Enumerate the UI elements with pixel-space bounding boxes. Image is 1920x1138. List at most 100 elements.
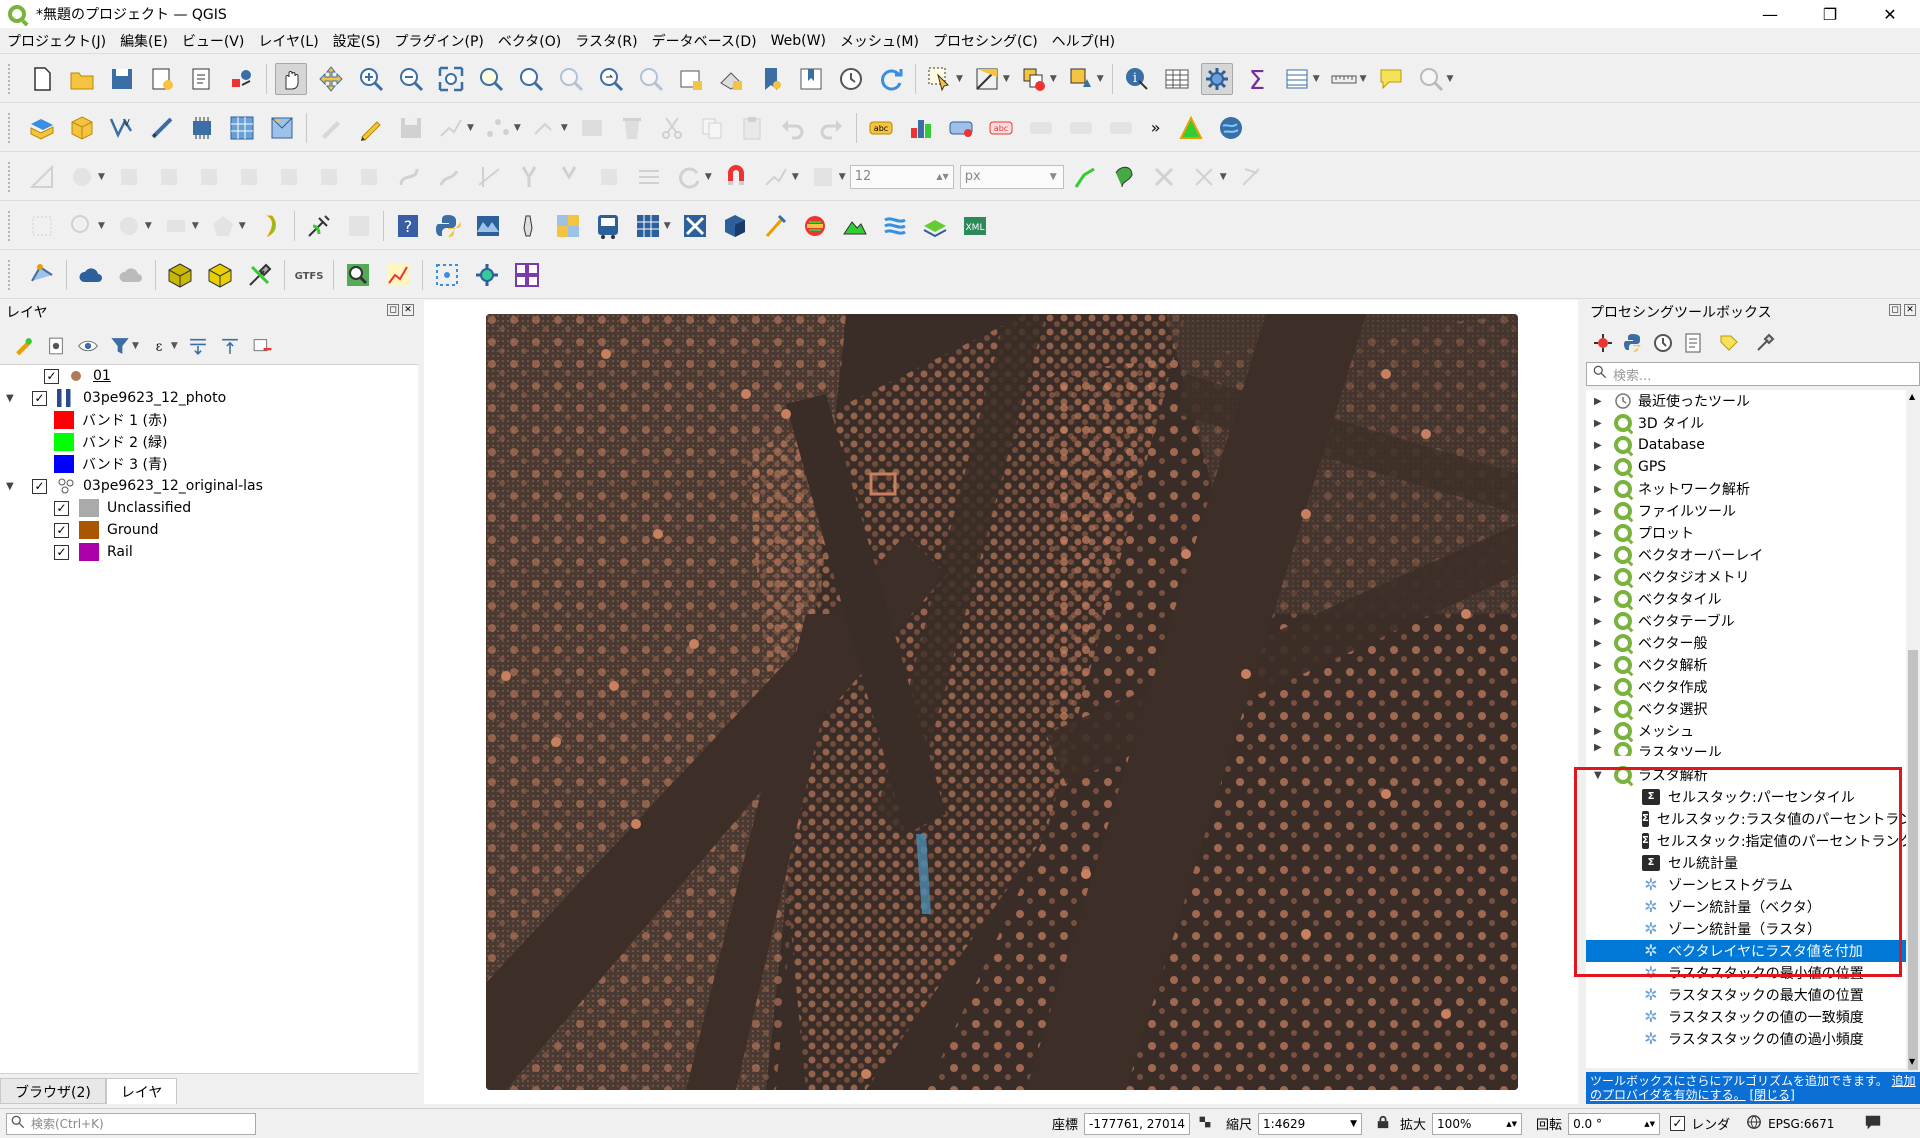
georeferencer-icon[interactable] — [1175, 112, 1207, 144]
attribute-select-icon[interactable] — [113, 210, 145, 242]
layer-row-01[interactable]: ✓ 01 — [14, 365, 111, 387]
digitize-line-icon[interactable] — [435, 112, 467, 144]
tab-browser[interactable]: ブラウザ(2) — [0, 1078, 106, 1104]
group-vector-overlay[interactable]: ▶ ベクタオーバーレイ — [1586, 544, 1906, 566]
3d-tiles-icon[interactable] — [164, 259, 196, 291]
menu-database[interactable]: データベース(D) — [645, 31, 764, 51]
rotation-spin[interactable]: 0.0 ° ▲▼ — [1568, 1112, 1661, 1135]
open-project-icon[interactable] — [66, 63, 98, 95]
select-by-value-icon[interactable] — [971, 63, 1003, 95]
coordinate-field[interactable]: -177761, 27014 — [1084, 1112, 1191, 1135]
pan-to-selection-icon[interactable] — [315, 63, 347, 95]
delete-icon[interactable] — [616, 112, 648, 144]
float-panel-icon[interactable]: ◻ — [1889, 304, 1901, 316]
delete-ring-icon[interactable] — [233, 161, 265, 193]
terrain-plugin-icon[interactable] — [839, 210, 871, 242]
models-icon[interactable] — [1592, 332, 1614, 354]
refresh-icon[interactable] — [875, 63, 907, 95]
modify-attributes-icon[interactable] — [529, 112, 561, 144]
group-database[interactable]: ▶ Database — [1586, 434, 1906, 456]
toggle-label-display-icon[interactable]: abc — [985, 112, 1017, 144]
snapping-intersection-icon[interactable] — [1188, 161, 1220, 193]
class-visibility-checkbox[interactable]: ✓ — [54, 544, 69, 560]
reverse-line-icon[interactable] — [393, 161, 425, 193]
python-console-icon[interactable] — [432, 210, 464, 242]
data-source-manager-icon[interactable] — [26, 112, 58, 144]
copy-features-icon[interactable] — [696, 112, 728, 144]
select-features-icon[interactable] — [924, 63, 956, 95]
xml-plugin-icon[interactable]: XML — [959, 210, 991, 242]
new-memory-layer-icon[interactable] — [186, 112, 218, 144]
layer-row-photo[interactable]: ▼ ✓ 03pe9623_12_photo — [6, 387, 226, 409]
menu-layer[interactable]: レイヤ(L) — [251, 31, 325, 51]
algorithm-item[interactable]: ✲ ラスタスタックの値の過小頻度 — [1586, 1028, 1906, 1050]
cloud-sync-icon[interactable] — [115, 259, 147, 291]
open-field-calculator-icon[interactable] — [1281, 63, 1313, 95]
group-vector-selection[interactable]: ▶ ベクタ選択 — [1586, 698, 1906, 720]
render-checkbox[interactable]: ✓ — [1670, 1116, 1686, 1131]
snapping-tolerance-input[interactable]: 12 ▲▼ — [849, 164, 954, 189]
menu-settings[interactable]: 設定(S) — [326, 31, 388, 51]
maximize-button[interactable]: ❐ — [1800, 0, 1860, 28]
temporal-controller-icon[interactable] — [835, 63, 867, 95]
vertex-tool-icon[interactable] — [482, 112, 514, 144]
group-plots[interactable]: ▶ プロット — [1586, 522, 1906, 544]
scripts-icon[interactable] — [1622, 332, 1644, 354]
zoom-to-layer-icon[interactable] — [515, 63, 547, 95]
gdal-plugin-icon[interactable] — [254, 210, 286, 242]
pan-map-icon[interactable] — [275, 62, 307, 95]
3d-tiles-alt-icon[interactable] — [204, 259, 236, 291]
toggle-editing-icon[interactable] — [355, 112, 387, 144]
zoom-next-icon[interactable] — [635, 63, 667, 95]
results-viewer-icon[interactable] — [1682, 332, 1704, 354]
style-layer-icon[interactable] — [12, 334, 36, 358]
menu-web[interactable]: Web(W) — [764, 33, 833, 49]
zoom-in-icon[interactable] — [355, 63, 387, 95]
menu-mesh[interactable]: メッシュ(M) — [833, 31, 926, 51]
group-vector-general[interactable]: ▶ ベクター般 — [1586, 632, 1906, 654]
layer-visibility-checkbox[interactable]: ✓ — [44, 368, 59, 384]
float-panel-icon[interactable]: ◻ — [387, 304, 399, 316]
reshape-icon[interactable] — [313, 161, 345, 193]
scale-select[interactable]: 1:4629 ▼ — [1258, 1112, 1363, 1135]
menu-help[interactable]: ヘルプ(H) — [1045, 31, 1122, 51]
collapse-arrow-icon[interactable]: ▼ — [6, 393, 18, 404]
bus-plugin-icon[interactable] — [592, 210, 624, 242]
vertex-editor-icon[interactable] — [26, 259, 58, 291]
group-vector-tiles[interactable]: ▶ ベクタタイル — [1586, 588, 1906, 610]
layer-stack-icon[interactable] — [919, 210, 951, 242]
build-tools-icon[interactable] — [244, 259, 276, 291]
class-unclassified-row[interactable]: ✓ Unclassified — [54, 497, 191, 519]
select-by-expression-icon[interactable] — [66, 210, 98, 242]
point-cloud-render[interactable] — [486, 314, 1518, 1090]
current-edits-icon[interactable] — [315, 112, 347, 144]
lock-scale-icon[interactable] — [1376, 1114, 1390, 1134]
select-radius-icon[interactable] — [26, 210, 58, 242]
quickmapservices-icon[interactable] — [1215, 112, 1247, 144]
delete-selected-icon[interactable] — [576, 112, 608, 144]
collapse-arrow-icon[interactable]: ▼ — [6, 481, 18, 492]
filter-legend-icon[interactable] — [108, 334, 132, 358]
redo-icon[interactable] — [816, 112, 848, 144]
group-vector-geometry[interactable]: ▶ ベクタジオメトリ — [1586, 566, 1906, 588]
close-button[interactable]: ✕ — [1860, 0, 1920, 28]
undo-icon[interactable] — [776, 112, 808, 144]
wms-plugin-icon[interactable] — [879, 210, 911, 242]
snapping-unit-select[interactable]: px ▼ — [959, 164, 1064, 189]
split-parts-icon[interactable] — [513, 161, 545, 193]
toolbar-overflow-icon[interactable]: » — [1151, 118, 1161, 137]
minimize-button[interactable]: — — [1740, 0, 1800, 28]
zoom-out-icon[interactable] — [395, 63, 427, 95]
offset-curve-icon[interactable] — [353, 161, 385, 193]
class-visibility-checkbox[interactable]: ✓ — [54, 500, 69, 516]
zoom-full-icon[interactable] — [435, 63, 467, 95]
processing-scrollbar[interactable]: ▲ ▼ — [1906, 390, 1920, 1070]
topological-editing-icon[interactable] — [1108, 161, 1140, 193]
map-tips-icon[interactable] — [1375, 63, 1407, 95]
cut-features-icon[interactable] — [656, 112, 688, 144]
save-edits-icon[interactable] — [395, 112, 427, 144]
self-snapping-icon[interactable] — [1068, 161, 1100, 193]
layout-manager-icon[interactable] — [186, 63, 218, 95]
pin-labels-icon[interactable] — [1025, 112, 1057, 144]
identify-features-icon[interactable]: i — [1121, 63, 1153, 95]
